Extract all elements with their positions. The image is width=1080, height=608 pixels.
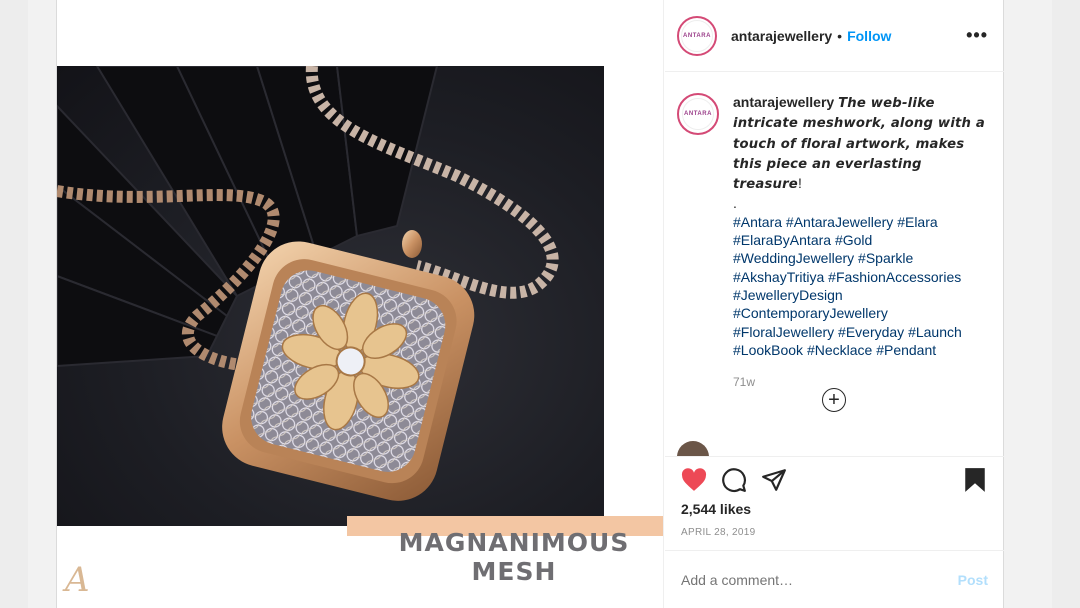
caption-avatar[interactable]: ANTARA: [677, 93, 719, 135]
separator-dot: •: [837, 27, 843, 44]
comment-item: …: [677, 441, 736, 456]
commenter-avatar[interactable]: [677, 441, 709, 456]
brand-logo-mark: A: [65, 560, 90, 600]
caption-hashtags[interactable]: #Antara #AntaraJewellery #Elara #ElaraBy…: [733, 213, 988, 359]
add-comment-bar: Post: [665, 550, 1004, 608]
caption-time[interactable]: 71w: [733, 373, 988, 391]
post-sidebar: ANTARA antarajewellery • Follow ••• ANTA…: [665, 0, 1004, 608]
likes-count[interactable]: 2,544 likes: [681, 501, 988, 517]
banner-line-1: MAGNANIMOUS: [398, 528, 630, 557]
avatar-logo-text: ANTARA: [682, 98, 714, 130]
account-username[interactable]: antarajewellery: [731, 28, 832, 44]
banner-title: MAGNANIMOUS MESH: [379, 528, 649, 586]
caption-body: antarajewellery The web-like intricate m…: [733, 93, 988, 391]
caption-username[interactable]: antarajewellery: [733, 94, 834, 110]
bookmark-filled-icon[interactable]: [962, 467, 988, 493]
follow-button[interactable]: Follow: [847, 28, 891, 44]
paper-plane-icon[interactable]: [761, 467, 787, 493]
comment-icon[interactable]: [721, 467, 747, 493]
pendant-photo: [57, 66, 604, 526]
more-options-icon[interactable]: •••: [966, 25, 988, 46]
post-media[interactable]: MAGNANIMOUS MESH A: [57, 0, 664, 608]
load-more-comments-button[interactable]: +: [822, 388, 846, 412]
post-caption: ANTARA antarajewellery The web-like intr…: [677, 93, 988, 391]
comments-scroll-area[interactable]: ANTARA antarajewellery The web-like intr…: [665, 73, 1004, 456]
caption-text: The web-like intricate meshwork, along w…: [733, 96, 986, 193]
post-date[interactable]: APRIL 28, 2019: [681, 527, 988, 538]
post-modal: MAGNANIMOUS MESH A ANTARA antarajeweller…: [56, 0, 1004, 608]
comment-input[interactable]: [681, 571, 958, 588]
post-comment-button[interactable]: Post: [958, 572, 988, 588]
banner-line-2: MESH: [471, 557, 557, 586]
action-icon-row: [681, 457, 988, 503]
post-header: ANTARA antarajewellery • Follow •••: [665, 0, 1004, 72]
page-background-left: [0, 0, 28, 608]
post-actions: 2,544 likes APRIL 28, 2019: [665, 456, 1004, 548]
heart-filled-icon[interactable]: [681, 467, 707, 493]
avatar-logo-text: ANTARA: [681, 19, 713, 52]
page-background-right: [1052, 0, 1080, 608]
caption-text-end: !: [797, 175, 802, 192]
caption-dot-line: .: [733, 195, 737, 212]
account-avatar[interactable]: ANTARA: [677, 15, 717, 56]
